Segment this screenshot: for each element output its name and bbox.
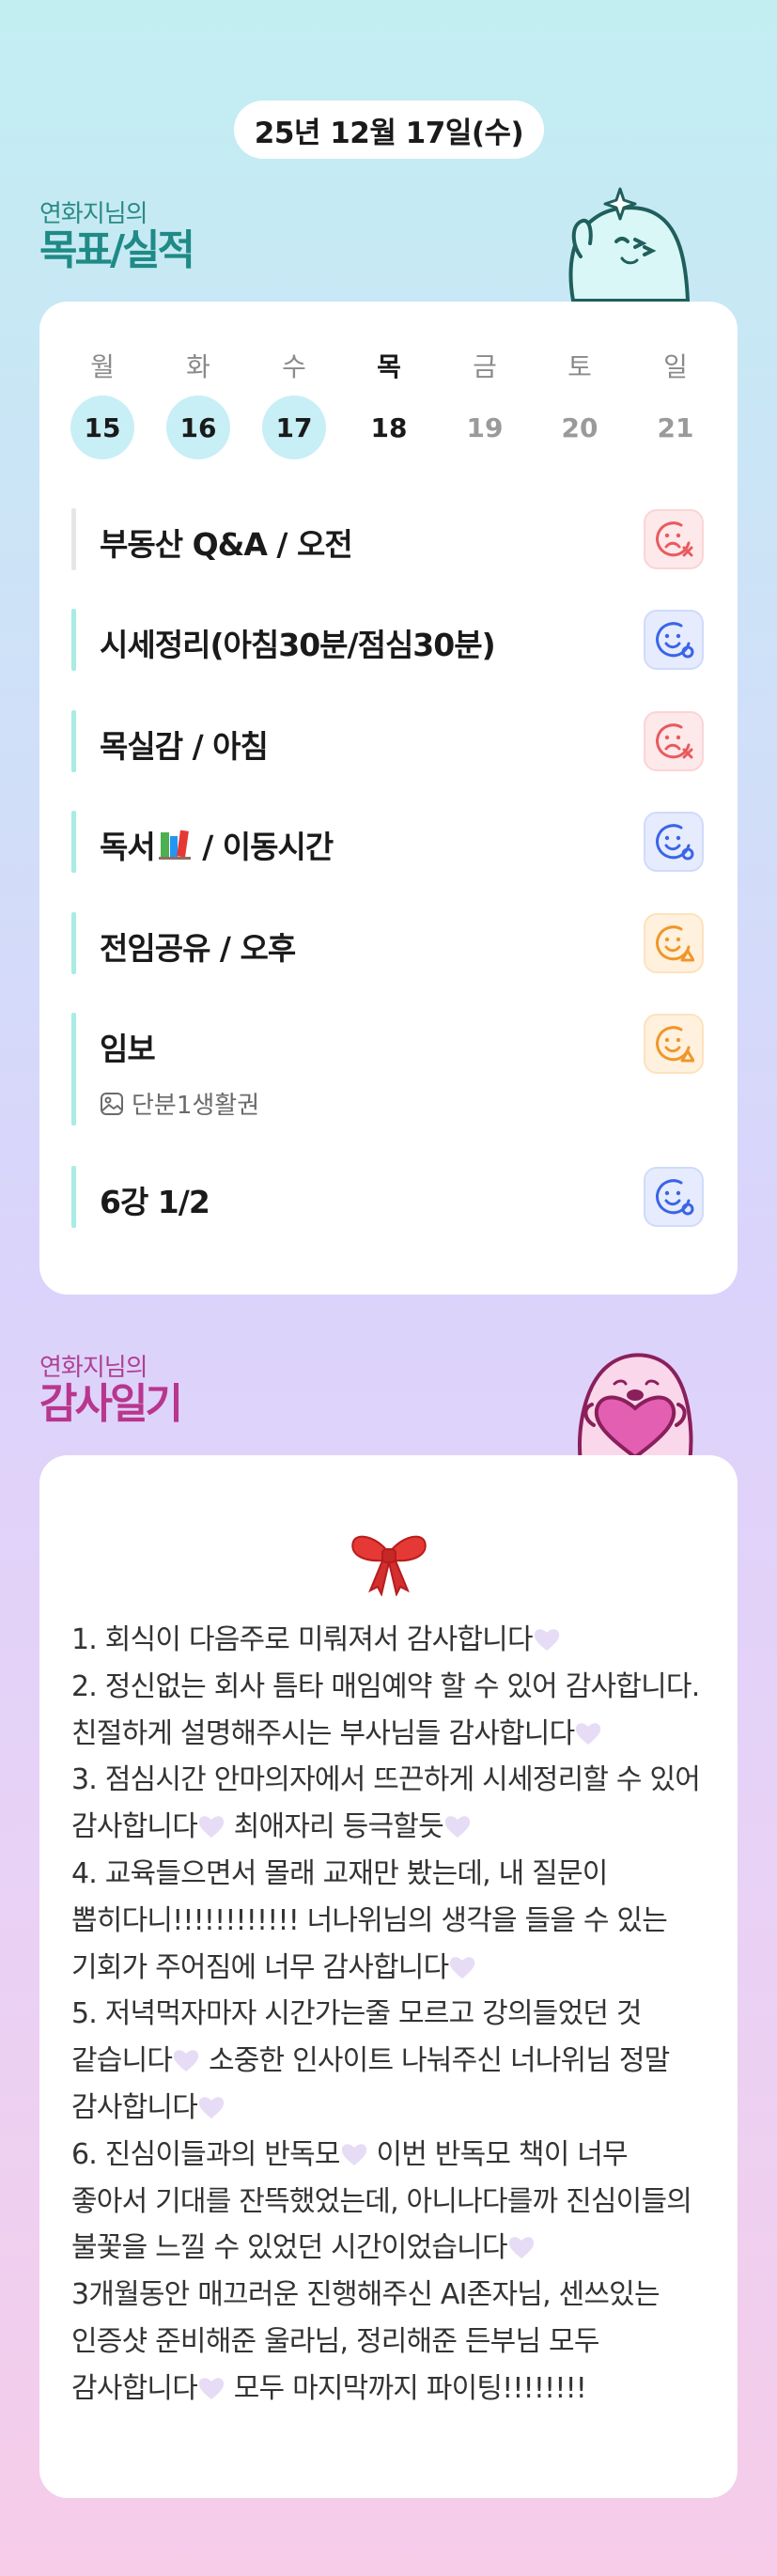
gratitude-title: 감사일기 xyxy=(39,1380,183,1428)
goals-title: 목표/실적 xyxy=(39,226,195,274)
heart-icon xyxy=(444,1816,471,1839)
day-date: 17 xyxy=(262,396,326,459)
goal-bar xyxy=(71,609,76,671)
image-icon xyxy=(101,1092,123,1115)
heart-icon xyxy=(198,2378,225,2399)
goal-text-main: 독서 xyxy=(100,829,156,865)
status-badge[interactable] xyxy=(644,1014,704,1074)
books-icon xyxy=(158,830,191,860)
goal-text: 임보 xyxy=(100,1031,156,1067)
goal-item[interactable]: 목실감 / 아침 xyxy=(71,710,709,772)
day-date: 18 xyxy=(370,411,408,443)
day-date: 21 xyxy=(657,411,694,443)
heart-icon xyxy=(450,1956,475,1979)
smile-face-check-icon xyxy=(656,1179,694,1216)
diary-line: 6. 진심이들과의 반독모 xyxy=(71,2137,341,2171)
diary-line: 최애자리 등극할듯 xyxy=(225,1810,444,1844)
diary-line: 2. 정신없는 회사 틈타 매임예약 할 수 있어 감사합니다. 친절하게 설명… xyxy=(71,1669,708,1750)
day-fri[interactable]: 금 19 xyxy=(452,347,518,459)
goal-text: 독서 / 이동시간 xyxy=(100,822,334,867)
heart-icon xyxy=(534,1629,559,1651)
heart-icon xyxy=(576,1722,601,1745)
goal-sub-text: 단분1생활권 xyxy=(132,1092,260,1120)
goal-text: 6강 1/2 xyxy=(100,1184,210,1220)
heart-icon xyxy=(198,1816,225,1839)
day-name: 목 xyxy=(377,351,401,382)
day-sun[interactable]: 일 21 xyxy=(643,347,708,459)
heart-icon xyxy=(508,2237,534,2259)
goal-item[interactable]: 시세정리(아침30분/점심30분) xyxy=(71,609,709,671)
goal-bar xyxy=(71,710,76,772)
goal-bar xyxy=(71,912,76,974)
status-badge[interactable] xyxy=(644,1167,704,1227)
goals-card: 월 15 화 16 수 17 목 18 금 19 토 20 일 21 부동산 Q… xyxy=(39,302,738,1295)
date-pill: 25년 12월 17일(수) xyxy=(234,101,544,159)
goal-text: 목실감 / 아침 xyxy=(100,728,269,765)
diary-line: 1. 회식이 다음주로 미뤄져서 감사합니다 xyxy=(71,1623,534,1656)
goal-item[interactable]: 전임공유 / 오후 xyxy=(71,912,709,974)
day-name: 화 xyxy=(186,351,210,382)
day-name: 토 xyxy=(567,351,592,382)
neutral-face-triangle-icon xyxy=(656,1026,694,1063)
ribbon-bow-icon xyxy=(351,1535,427,1596)
goal-item[interactable]: 부동산 Q&A / 오전 xyxy=(71,508,709,570)
heart-icon xyxy=(174,2050,199,2072)
day-thu[interactable]: 목 18 xyxy=(356,347,422,459)
goal-text: 부동산 Q&A / 오전 xyxy=(100,526,353,563)
gratitude-owner: 연화지님의 xyxy=(39,1354,148,1382)
goals-section-label: 연화지님의 목표/실적 xyxy=(39,194,195,274)
day-name: 수 xyxy=(282,351,306,382)
day-mon[interactable]: 월 15 xyxy=(70,347,135,459)
gratitude-card: 1. 회식이 다음주로 미뤄져서 감사합니다 2. 정신없는 회사 틈타 매임예… xyxy=(39,1455,738,2498)
day-tue[interactable]: 화 16 xyxy=(165,347,231,459)
goal-item[interactable]: 독서 / 이동시간 xyxy=(71,811,709,873)
heart-icon xyxy=(341,2144,366,2165)
goal-bar xyxy=(71,811,76,873)
diary-line: 4. 교육들으면서 몰래 교재만 봤는데, 내 질문이 뽑히다니!!!!!!!!… xyxy=(71,1856,676,1984)
status-badge[interactable] xyxy=(644,509,704,569)
goal-item[interactable]: 6강 1/2 xyxy=(71,1166,709,1228)
gratitude-diary: 1. 회식이 다음주로 미뤄져서 감사합니다 2. 정신없는 회사 틈타 매임예… xyxy=(71,1617,709,2413)
status-badge[interactable] xyxy=(644,711,704,771)
status-badge[interactable] xyxy=(644,913,704,973)
status-badge[interactable] xyxy=(644,610,704,670)
goal-bar xyxy=(71,1013,76,1125)
goal-text: 전임공유 / 오후 xyxy=(100,930,296,967)
day-wed[interactable]: 수 17 xyxy=(261,347,327,459)
goal-text-rest: / 이동시간 xyxy=(192,829,334,865)
goal-bar xyxy=(71,508,76,570)
neutral-face-triangle-icon xyxy=(656,925,694,962)
day-name: 금 xyxy=(473,351,497,382)
day-date: 16 xyxy=(166,396,230,459)
goal-bar xyxy=(71,1166,76,1228)
heart-mascot-icon xyxy=(578,1353,693,1463)
day-sat[interactable]: 토 20 xyxy=(547,347,613,459)
day-date: 19 xyxy=(466,411,504,443)
goal-sub[interactable]: 단분1생활권 xyxy=(100,1086,259,1121)
smile-face-check-icon xyxy=(656,824,694,861)
ghost-mascot-icon xyxy=(568,187,691,303)
gratitude-section-label: 연화지님의 감사일기 xyxy=(39,1348,183,1428)
heart-icon xyxy=(198,2097,225,2118)
smile-face-check-icon xyxy=(656,622,694,659)
day-name: 월 xyxy=(90,351,115,382)
sad-face-x-icon xyxy=(656,521,693,557)
day-date: 20 xyxy=(561,411,598,443)
goal-item[interactable]: 임보 단분1생활권 xyxy=(71,1013,709,1125)
day-name: 일 xyxy=(663,351,688,382)
sad-face-x-icon xyxy=(656,723,693,759)
date-text: 25년 12월 17일(수) xyxy=(254,116,524,150)
goals-owner: 연화지님의 xyxy=(39,200,148,228)
goal-text: 시세정리(아침30분/점심30분) xyxy=(100,627,496,663)
day-date: 15 xyxy=(70,396,134,459)
status-badge[interactable] xyxy=(644,812,704,872)
diary-line: 모두 마지막까지 파이팅!!!!!!!! xyxy=(225,2371,587,2405)
